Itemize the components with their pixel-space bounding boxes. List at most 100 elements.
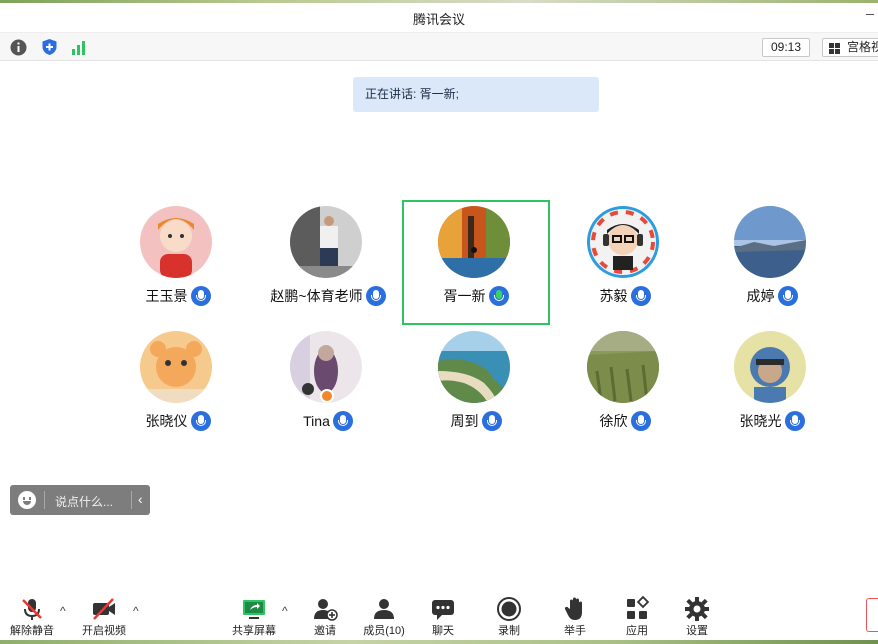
participant-name-row: 张晓仪 <box>104 411 252 431</box>
divider <box>44 491 45 509</box>
microphone-icon <box>332 411 353 431</box>
participant-tile[interactable]: 成婷 <box>698 200 846 325</box>
unmute-label: 解除静音 <box>10 625 54 637</box>
collapse-chevron-icon[interactable]: ‹ <box>138 491 143 507</box>
participant-name: Tina <box>303 413 330 429</box>
apps-label: 应用 <box>626 625 648 637</box>
participant-name: 周到 <box>450 413 479 429</box>
gear-icon <box>685 597 709 621</box>
share-screen-label: 共享屏幕 <box>232 625 276 637</box>
avatar <box>140 331 212 403</box>
shield-icon[interactable] <box>40 38 58 56</box>
members-icon <box>374 599 394 619</box>
info-icon[interactable] <box>9 38 27 56</box>
apps-grid-icon <box>627 596 650 619</box>
members-label: 成员(10) <box>363 625 405 637</box>
speaking-banner: 正在讲话: 胥一新; <box>353 77 599 112</box>
participant-name: 张晓仪 <box>145 413 188 429</box>
microphone-icon <box>190 411 211 431</box>
chat-quick-input[interactable]: 说点什么... ‹ <box>10 485 150 515</box>
participant-name-row: 王玉景 <box>104 286 252 306</box>
microphone-icon <box>481 411 502 431</box>
avatar <box>438 206 510 278</box>
chat-placeholder: 说点什么... <box>55 495 114 509</box>
start-video-button[interactable]: 开启视频 <box>74 594 134 640</box>
participant-tile[interactable]: 张晓仪 <box>104 325 252 450</box>
participant-tile[interactable]: 周到 <box>402 325 550 450</box>
participant-tile-active[interactable]: 胥一新 <box>402 200 550 325</box>
record-icon <box>497 597 521 621</box>
microphone-icon <box>630 286 651 306</box>
grid-icon <box>829 43 840 54</box>
start-video-label: 开启视频 <box>82 625 126 637</box>
participant-name: 成婷 <box>746 288 775 304</box>
participant-name-row: 成婷 <box>698 286 846 306</box>
unmute-button[interactable]: 解除静音 <box>2 594 62 640</box>
chat-bubble-icon <box>432 600 454 620</box>
participant-name: 胥一新 <box>443 288 486 304</box>
members-button[interactable]: 成员(10) <box>354 594 414 640</box>
desktop-strip <box>0 0 878 3</box>
title-bar: 腾讯会议 <box>0 0 878 33</box>
microphone-icon <box>630 411 651 431</box>
bottom-toolbar: 解除静音 ^ 开启视频 ^ 共享屏幕 ^ 邀请 成员(10) 聊天 录制 举手 … <box>0 586 878 644</box>
participant-name: 苏毅 <box>599 288 628 304</box>
participant-name: 赵鹏~体育老师 <box>270 288 363 304</box>
microphone-speaking-icon <box>488 286 509 306</box>
signal-icon[interactable] <box>70 38 88 56</box>
participant-tile[interactable]: 张晓光 <box>698 325 846 450</box>
desktop-strip <box>0 640 878 644</box>
participant-name-row: 张晓光 <box>698 411 846 431</box>
grid-view-label: 宫格视图 <box>847 40 878 54</box>
participant-name-row: 胥一新 <box>404 286 548 306</box>
emoji-icon[interactable] <box>18 491 36 509</box>
participant-name-row: 苏毅 <box>551 286 699 306</box>
avatar <box>140 206 212 278</box>
avatar <box>734 331 806 403</box>
invite-user-icon <box>314 599 338 621</box>
minimize-button[interactable] <box>866 14 874 15</box>
avatar <box>587 331 659 403</box>
participant-tile[interactable]: 苏毅 <box>551 200 699 325</box>
microphone-icon <box>190 286 211 306</box>
participant-tile[interactable]: Tina <box>254 325 402 450</box>
avatar <box>290 206 362 278</box>
host-badge-icon <box>320 389 334 403</box>
microphone-muted-icon <box>22 599 42 620</box>
record-label: 录制 <box>498 625 520 637</box>
participant-name-row: Tina <box>254 411 402 431</box>
raise-hand-button[interactable]: 举手 <box>545 594 605 640</box>
microphone-icon <box>365 286 386 306</box>
settings-label: 设置 <box>686 625 708 637</box>
participant-tile[interactable]: 徐欣 <box>551 325 699 450</box>
audio-options-caret[interactable]: ^ <box>60 604 66 618</box>
end-meeting-button-edge[interactable] <box>866 598 878 632</box>
participant-name-row: 徐欣 <box>551 411 699 431</box>
apps-button[interactable]: 应用 <box>607 594 667 640</box>
settings-button[interactable]: 设置 <box>667 594 727 640</box>
microphone-icon <box>784 411 805 431</box>
share-options-caret[interactable]: ^ <box>282 604 288 618</box>
invite-label: 邀请 <box>314 625 336 637</box>
camera-off-icon <box>93 598 115 620</box>
chat-button[interactable]: 聊天 <box>413 594 473 640</box>
participant-name-row: 周到 <box>402 411 550 431</box>
participant-tile[interactable]: 王玉景 <box>104 200 252 325</box>
participant-tile[interactable]: 赵鹏~体育老师 <box>254 200 402 325</box>
share-screen-button[interactable]: 共享屏幕 <box>224 594 284 640</box>
participant-name: 徐欣 <box>599 413 628 429</box>
divider <box>131 491 132 509</box>
participant-name-row: 赵鹏~体育老师 <box>254 286 402 306</box>
info-bar: 09:13 宫格视图 <box>0 33 878 61</box>
participant-name: 张晓光 <box>739 413 782 429</box>
microphone-icon <box>777 286 798 306</box>
video-options-caret[interactable]: ^ <box>133 604 139 618</box>
avatar <box>734 206 806 278</box>
invite-button[interactable]: 邀请 <box>295 594 355 640</box>
record-button[interactable]: 录制 <box>479 594 539 640</box>
hand-icon <box>564 597 582 620</box>
avatar <box>587 206 659 278</box>
window-title: 腾讯会议 <box>412 12 465 27</box>
grid-view-button[interactable]: 宫格视图 <box>822 38 878 57</box>
raise-hand-label: 举手 <box>564 625 586 637</box>
